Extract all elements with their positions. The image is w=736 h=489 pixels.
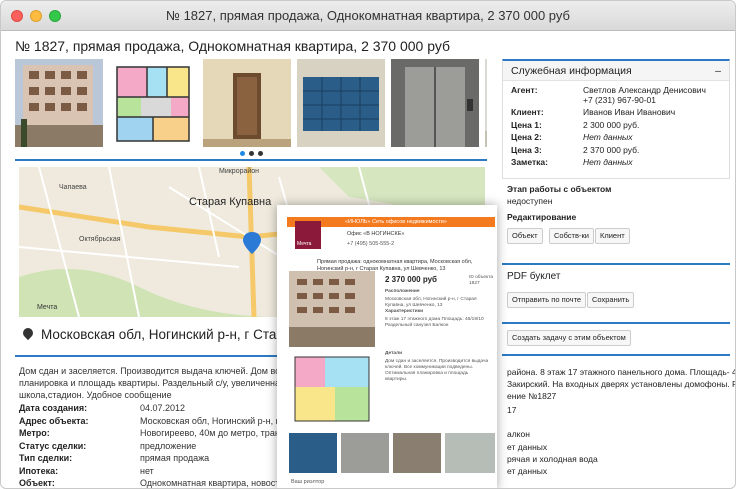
- pager-dot[interactable]: [240, 151, 245, 156]
- brand-logo: Мечта: [295, 221, 321, 249]
- prop-value: рячая и холодная вода: [507, 454, 598, 464]
- service-info-panel: Служебная информация – Агент: Светлов Алек…: [502, 59, 730, 179]
- desc-continued: района. 8 этаж 17 этажного панельного до…: [507, 367, 735, 377]
- photo-floorplan[interactable]: [109, 59, 197, 147]
- prop-row: Статус сделки: предложение: [19, 440, 197, 451]
- title-bar: № 1827, прямая продажа, Однокомнатная кв…: [1, 1, 735, 31]
- note-row: Заметка: Нет данных: [511, 157, 633, 167]
- page-title: № 1827, прямая продажа, Однокомнатная кв…: [15, 38, 451, 54]
- divider: [15, 159, 487, 161]
- stage-value: недоступен: [507, 196, 553, 206]
- pager-dot[interactable]: [258, 151, 263, 156]
- prop-row: Объект: Однокомнатная квартира, новострой…: [19, 478, 304, 488]
- edit-owners-button[interactable]: Собств-ки: [549, 228, 594, 244]
- photo-mailboxes[interactable]: [297, 59, 385, 147]
- characteristics-heading: Характеристики: [385, 309, 424, 314]
- location-text: Московская обл, Ногинский р-н, г Старая …: [385, 297, 477, 308]
- photo-hallway[interactable]: [485, 59, 487, 147]
- save-pdf-button[interactable]: Сохранить: [587, 292, 635, 308]
- edit-object-button[interactable]: Объект: [507, 228, 543, 244]
- agent-heading: Ваш риэлтор: [291, 479, 325, 485]
- map-label: Мечта: [37, 304, 58, 311]
- booklet-thumbnails: [289, 433, 495, 473]
- characteristics-text: 8 этаж 17 этажного дома Площадь: 46/19/1…: [385, 317, 484, 328]
- desc-continued: ение №1827: [507, 391, 557, 401]
- booklet-photo-building: [289, 271, 375, 347]
- prop-row: Метро: Новогиреево, 40м до метро, транспо…: [19, 428, 315, 438]
- app-window: № 1827, прямая продажа, Однокомнатная кв…: [0, 0, 736, 489]
- office-name: Офис «В НОГИНСКЕ»: [347, 231, 405, 237]
- window-title: № 1827, прямая продажа, Однокомнатная кв…: [166, 8, 570, 23]
- send-email-button[interactable]: Отправить по почте: [507, 292, 587, 308]
- agent-row: Агент: Светлов Александр Денисович: [511, 85, 706, 95]
- address-text: Московская обл, Ногинский р-н, г Старая …: [41, 327, 311, 342]
- photo-elevator[interactable]: [391, 59, 479, 147]
- divider: [502, 263, 730, 265]
- pdf-label: PDF буклет: [507, 271, 561, 282]
- details-text: Дом сдан и заселяется. Производится выда…: [385, 359, 489, 382]
- maximize-window-button[interactable]: [49, 10, 61, 22]
- desc-continued: Закирский. На входных дверях установлены…: [507, 379, 735, 389]
- carousel-pager[interactable]: [240, 151, 263, 156]
- map-label: Чапаева: [59, 184, 87, 191]
- booklet-price: 2 370 000 руб: [385, 275, 437, 284]
- map-label: Микрорайон: [219, 168, 260, 175]
- stage-label: Этап работы с объектом: [507, 184, 612, 194]
- location-heading: Расположение: [385, 289, 420, 294]
- details-heading: Детали: [385, 351, 403, 356]
- prop-value: 17: [507, 405, 517, 415]
- edit-label: Редактирование: [507, 212, 577, 222]
- divider: [502, 322, 730, 324]
- prop-row: Ипотека: нет: [19, 465, 154, 476]
- office-phone: +7 (495) 505-555-2: [347, 241, 395, 247]
- edit-client-button[interactable]: Клиент: [595, 228, 630, 244]
- properties-list: Дата создания: 04.07.2012 Адрес объекта: М…: [19, 402, 315, 488]
- photo-carousel[interactable]: [15, 59, 487, 147]
- prop-row: Адрес объекта: Московская обл, Ногинский …: [19, 415, 312, 426]
- prop-value: ет данных: [507, 466, 548, 476]
- client-row: Клиент: Иванов Иван Иванович: [511, 107, 676, 117]
- map-label: Старая Купавна: [189, 196, 272, 208]
- prop-row: Тип сделки: прямая продажа: [19, 453, 210, 463]
- address-line: Московская обл, Ногинский р-н, г Старая …: [20, 325, 311, 342]
- divider: [502, 354, 730, 356]
- map-label: Октябрьская: [79, 236, 121, 243]
- map-pin-icon: [20, 325, 36, 341]
- close-window-button[interactable]: [11, 10, 23, 22]
- pdf-booklet-preview[interactable]: «ИНОЛЬ» Сеть офисов недвижимости» Мечта …: [277, 205, 497, 488]
- pager-dot[interactable]: [249, 151, 254, 156]
- photo-building[interactable]: [15, 59, 103, 147]
- price2-row: Цена 2: Нет данных: [511, 132, 633, 142]
- price3-row: Цена 3: 2 370 000 руб.: [511, 145, 640, 155]
- photo-entrance[interactable]: [203, 59, 291, 147]
- prop-value: ет данных: [507, 442, 548, 452]
- panel-title: Служебная информация: [511, 65, 632, 77]
- price1-row: Цена 1: 2 300 000 руб.: [511, 120, 640, 130]
- prop-row: Дата создания: 04.07.2012: [19, 403, 186, 413]
- agent-phone-row: +7 (231) 967-90-01: [583, 95, 657, 105]
- create-task-button[interactable]: Создать задачу с этим объектом: [507, 330, 631, 346]
- booklet-object-id: ID объекта 1827: [469, 275, 494, 286]
- booklet-photo-floorplan: [289, 351, 375, 427]
- prop-value: алкон: [507, 429, 530, 439]
- minimize-window-button[interactable]: [30, 10, 42, 22]
- collapse-toggle[interactable]: –: [715, 61, 721, 80]
